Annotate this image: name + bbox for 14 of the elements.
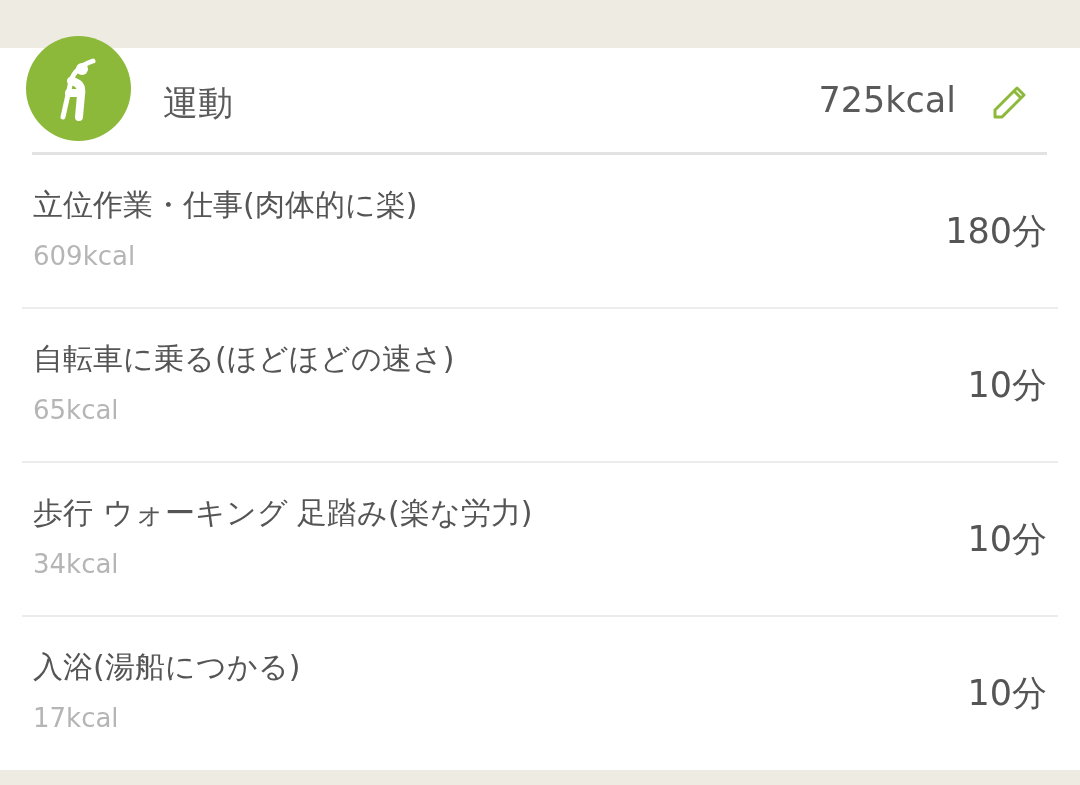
exercise-duration: 10分 [967,363,1047,407]
exercise-calories: 609kcal [33,239,137,273]
exercise-calories: 65kcal [33,393,120,427]
exercise-name: 入浴(湯船につかる) [33,648,302,685]
section-title: 運動 [163,81,233,125]
total-calories: 725kcal [818,78,956,122]
exercise-name: 歩行 ウォーキング 足踏み(楽な労力) [33,494,534,531]
exercise-calories: 34kcal [33,547,120,581]
exercise-name: 立位作業・仕事(肉体的に楽) [33,186,419,223]
exercise-name: 自転車に乗る(ほどほどの速さ) [33,340,456,377]
exercise-duration: 10分 [967,517,1047,561]
exercise-calories: 17kcal [33,701,120,735]
exercise-duration: 10分 [967,671,1047,715]
exercise-duration: 180分 [945,209,1047,253]
